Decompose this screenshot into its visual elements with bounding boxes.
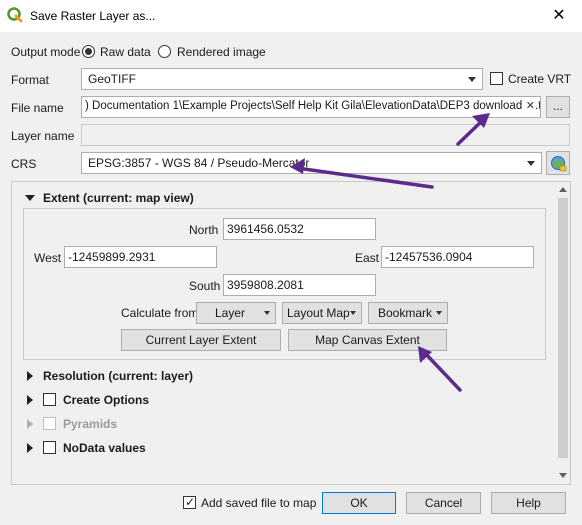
crs-arrowhead [290,158,305,174]
annotation-arrows [290,113,490,392]
map-canvas-annotation-arrow [421,349,462,392]
crs-annotation-arrow [295,166,434,189]
